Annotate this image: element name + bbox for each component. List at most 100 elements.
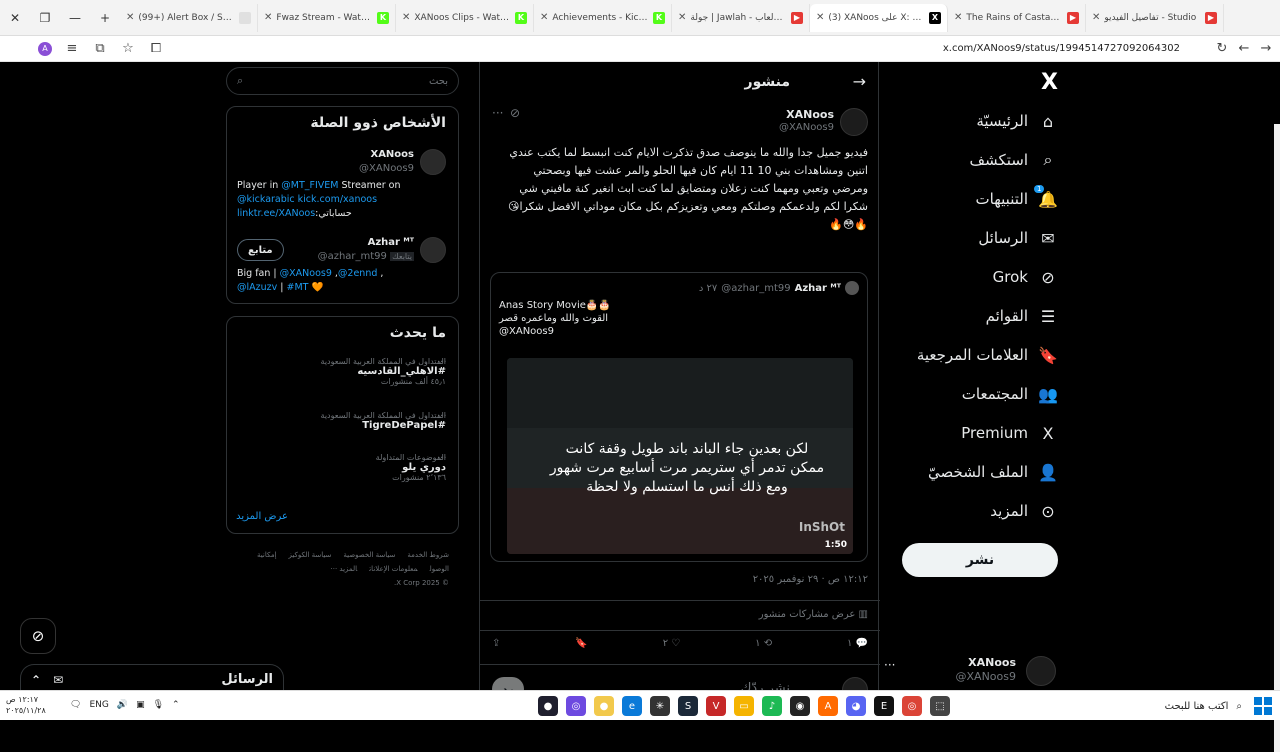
bookmark-icon[interactable]: 🔖 [575,638,587,649]
minimize-window-icon[interactable]: — [60,0,90,36]
browser-tab[interactable]: ✕ XANoos Clips - Watch Live K [396,3,534,32]
bio-link[interactable]: #MT [287,282,309,293]
bio-link[interactable]: @MT_FIVEM [281,180,338,191]
app-icon[interactable]: ◉ [790,696,810,716]
like-action[interactable]: ♡ ٢ [663,638,681,649]
bio-link[interactable]: linktr.ee/XANoos [237,208,315,219]
bio-link[interactable]: @2ennd [338,268,377,279]
clock[interactable]: ١٢:١٧ ص ٢٠٢٥/١١/٢٨ [6,694,46,716]
notifications-icon[interactable]: 🗨 [70,700,81,710]
reply-action[interactable]: 💬 ١ [847,638,868,649]
url-text[interactable]: x.com/XANoos9/status/1994514727092064302 [943,43,1180,54]
browser-tab[interactable]: ✕ Fwaz Stream - Watch Live K [258,3,396,32]
taskbar-search-input[interactable]: اكتب هنا للبحث [1165,701,1229,712]
browser-tab[interactable]: ✕ (3) XANoos على X: "شكرا ... X [810,3,948,32]
epic-games-icon[interactable]: E [874,696,894,716]
trend-more-icon[interactable]: ··· [437,357,447,368]
trend-more-icon[interactable]: ··· [437,453,447,464]
repost-action[interactable]: ⟲ ١ [755,638,772,649]
close-tab-icon[interactable]: ✕ [402,12,410,23]
footer-link[interactable]: سياسة الخصوصية [343,551,395,559]
close-tab-icon[interactable]: ✕ [954,12,962,23]
nav-item-10[interactable]: ⊙ المزيد [990,492,1058,530]
nav-item-4[interactable]: ⊘ Grok [993,258,1058,296]
file-explorer-icon[interactable]: ▭ [734,696,754,716]
search-input[interactable]: بحث [429,76,448,87]
copy-link-icon[interactable]: ⧠ [142,41,170,56]
quoted-tweet[interactable]: Azhar ᴹᵀ @azhar_mt99 ٢٧ د Anas Story Mov… [490,272,868,562]
tweet-timestamp[interactable]: ١٢:١٢ ص · ٢٩ نوفمبر ٢٠٢٥ [753,574,868,585]
x-logo-icon[interactable]: X [1041,70,1058,95]
new-message-icon[interactable]: ✉ [53,673,63,687]
footer-link[interactable]: معلومات الإعلانات [369,565,417,573]
grok-floating-icon[interactable]: ⊘ [20,618,56,654]
bio-link[interactable]: @XANoos9 [280,268,332,279]
new-tab-button[interactable]: + [90,0,120,36]
footer-link[interactable]: المزيد ··· [331,565,358,573]
footer-link[interactable]: شروط الخدمة [407,551,449,559]
close-tab-icon[interactable]: ✕ [1092,12,1100,23]
post-button[interactable]: نشر [902,543,1058,577]
nav-item-1[interactable]: ⌕ استكشف [970,141,1058,179]
discord-icon[interactable]: ◕ [846,696,866,716]
browser-tab[interactable]: ✕ جولة | Jawlah - منصة الألعاب ▶ [672,3,810,32]
nav-item-5[interactable]: ☰ القوائم [986,297,1058,335]
related-avatar-1[interactable] [420,149,446,175]
trend-more-icon[interactable]: ··· [437,411,447,422]
close-tab-icon[interactable]: ✕ [678,12,686,23]
back-arrow-icon[interactable]: → [853,72,866,91]
profile-avatar[interactable]: A [38,41,52,56]
more-dots-icon[interactable]: ··· [884,658,895,672]
nav-item-6[interactable]: 🔖 العلامات المرجعية [917,336,1058,374]
trend-item[interactable]: الموضوعات المتداولة دوري يلو ٢٬١٣٦ منشورات [236,453,446,482]
app-icon[interactable]: ◎ [566,696,586,716]
grok-explain-icon[interactable]: ⊘ [510,106,520,120]
browser-tab[interactable]: ✕ Achievements - Kick Dash K [534,3,672,32]
browser-tab[interactable]: ✕ تفاصيل الفيديو - Studio ▶ [1086,3,1224,32]
account-switcher[interactable]: XANoos @XANoos9 ··· [884,652,1056,692]
extensions-icon[interactable]: ⧉ [86,41,114,56]
nav-item-7[interactable]: 👥 المجتمعات [962,375,1058,413]
app-icon[interactable]: ⬚ [930,696,950,716]
view-engagements-link[interactable]: ▥ عرض مشاركات منشور [759,609,868,620]
restore-window-icon[interactable]: ❐ [30,0,60,36]
footer-link[interactable]: سياسة الكوكيز [289,551,332,559]
tweet-more-icon[interactable]: ··· [492,106,503,120]
close-tab-icon[interactable]: ✕ [540,12,548,23]
related-avatar-2[interactable] [420,237,446,263]
chrome-icon[interactable]: ◎ [902,696,922,716]
app-icon[interactable]: ✳ [650,696,670,716]
app-icon[interactable]: ● [538,696,558,716]
close-tab-icon[interactable]: ✕ [816,12,824,23]
share-icon[interactable]: ⇪ [492,638,500,649]
language-indicator[interactable]: ENG [89,700,108,710]
windows-start-icon[interactable] [1254,697,1272,715]
related-handle-1[interactable]: @XANoos9 [359,163,414,174]
show-more-link[interactable]: عرض المزيد [236,511,288,522]
spotify-icon[interactable]: ♪ [762,696,782,716]
edge-icon[interactable]: e [622,696,642,716]
app-icon[interactable]: A [818,696,838,716]
browser-tab[interactable]: ✕ The Rains of Castamere (T ▶ [948,3,1086,32]
taskbar-search[interactable]: اكتب هنا للبحث ⌕ [1032,696,1242,716]
volume-icon[interactable]: 🔊 [117,700,128,710]
nav-item-9[interactable]: 👤 الملف الشخصيّ [928,453,1058,491]
related-handle-2[interactable]: @azhar_mt99 يتابعك [318,251,414,262]
tray-chevron-icon[interactable]: ⌃ [172,700,180,710]
collections-icon[interactable]: ≡ [58,41,86,56]
tweet-author-name[interactable]: XANoos [786,108,834,121]
nav-item-0[interactable]: ⌂ الرئيسيّة [976,102,1058,140]
close-tab-icon[interactable]: ✕ [264,12,272,23]
trend-item[interactable]: المتداول في المملكة العربية السعودية #Tig… [236,411,446,431]
forward-icon[interactable]: → [1252,41,1280,56]
favorite-star-icon[interactable]: ☆ [114,41,142,56]
browser-tab[interactable]: ✕ (99+) Alert Box / Streamla [120,3,258,32]
bio-link[interactable]: @kickarabic kick.com/xanoos [237,194,377,205]
following-button[interactable]: متابع [237,239,284,261]
close-window-icon[interactable]: ✕ [0,0,30,36]
tweet-avatar[interactable] [840,108,868,136]
mic-icon[interactable]: 🎙 [153,700,164,710]
nav-item-8[interactable]: X Premium [961,414,1058,452]
expand-chevron-icon[interactable]: ⌃ [31,673,41,687]
bio-link[interactable]: @lAzuzv [237,282,277,293]
